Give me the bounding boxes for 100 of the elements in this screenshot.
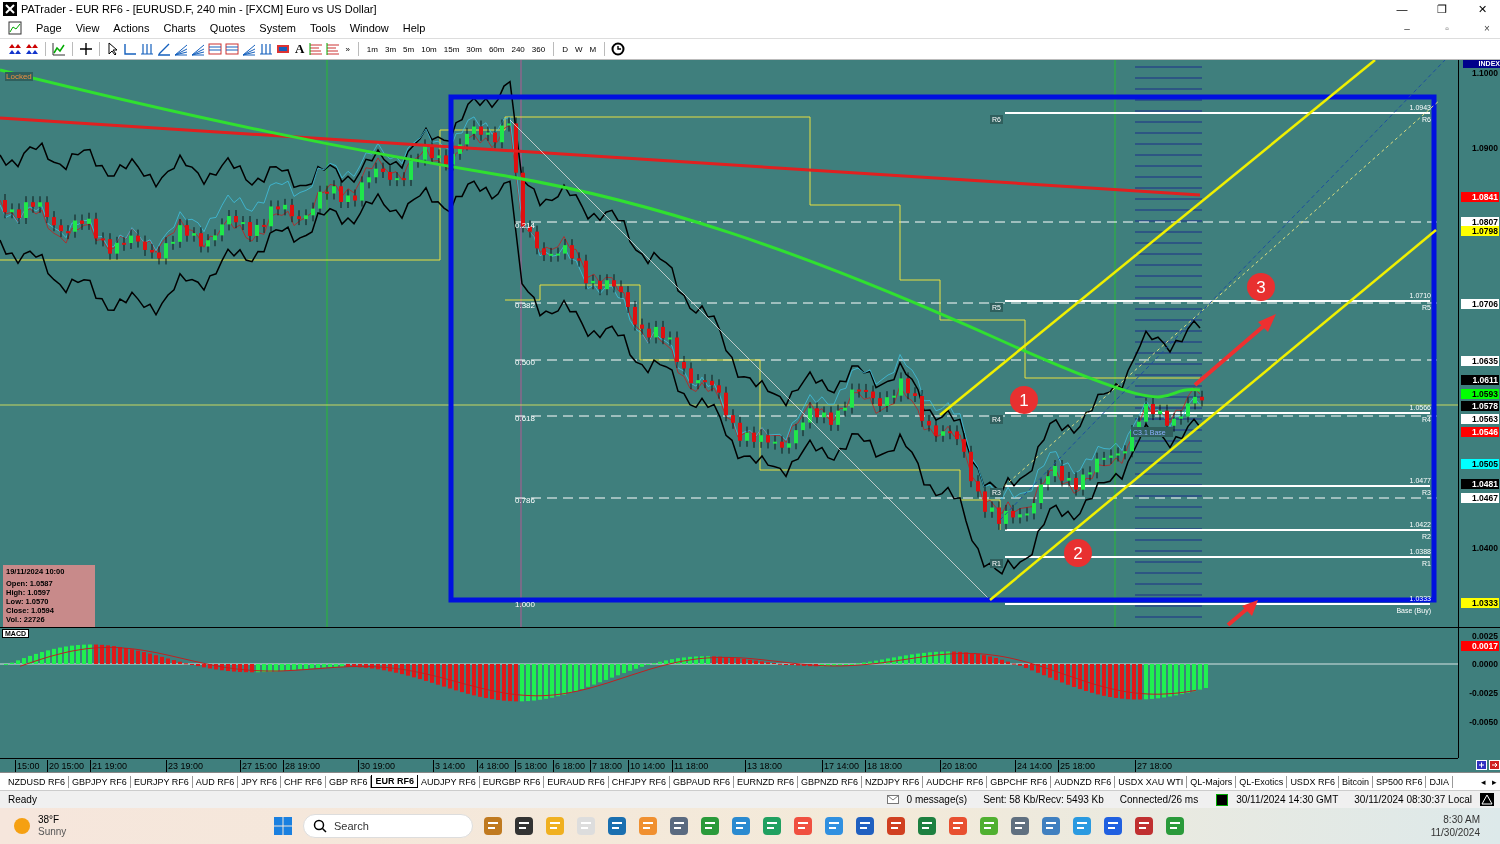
period-button[interactable]: W <box>572 44 585 54</box>
symbol-tab[interactable]: QL-Exotics <box>1236 775 1288 788</box>
app-icon[interactable] <box>823 815 845 837</box>
rectangle-icon[interactable] <box>276 42 290 56</box>
chart-icon[interactable] <box>52 42 66 56</box>
app-icon[interactable] <box>606 815 628 837</box>
cursor-icon[interactable] <box>106 42 120 56</box>
symbol-tab[interactable]: JPY RF6 <box>238 775 282 788</box>
symbol-tab[interactable]: USDX XAU WTI <box>1115 775 1188 788</box>
timeframe-button[interactable]: 30m <box>464 44 484 54</box>
symbol-tab[interactable]: NZDJPY RF6 <box>861 775 924 788</box>
symbol-tab[interactable]: NZDUSD RF6 <box>5 775 69 788</box>
symbol-tab[interactable]: CHF RF6 <box>281 775 327 788</box>
app-icon[interactable] <box>792 815 814 837</box>
document-control[interactable]: ▫ <box>1434 22 1460 34</box>
symbol-tab[interactable]: Bitcoin <box>1338 775 1373 788</box>
app-icon[interactable] <box>885 815 907 837</box>
menu-item[interactable]: Help <box>402 22 426 34</box>
app-icon[interactable] <box>916 815 938 837</box>
period-button[interactable]: M <box>587 44 599 54</box>
app-icon[interactable] <box>854 815 876 837</box>
app-icon[interactable] <box>947 815 969 837</box>
crosshair-icon[interactable] <box>79 42 93 56</box>
clock-icon[interactable] <box>611 42 626 56</box>
trend-line-icon[interactable] <box>157 42 171 56</box>
timeframe-button[interactable]: 10m <box>419 44 439 54</box>
panel-exit-icon[interactable] <box>1489 760 1500 770</box>
symbol-tab[interactable]: AUDCHF RF6 <box>923 775 988 788</box>
price-label: 1.1000 <box>1471 68 1499 78</box>
channel-icon[interactable] <box>208 42 222 56</box>
menu-item[interactable]: Window <box>349 22 389 34</box>
panel-add-icon[interactable] <box>1476 760 1487 770</box>
app-icon[interactable] <box>1040 815 1062 837</box>
menu-item[interactable]: Charts <box>163 22 196 34</box>
price-tag: 1.0798 <box>1461 226 1499 236</box>
menu-item[interactable]: Page <box>36 22 62 34</box>
menu-item[interactable]: View <box>75 22 100 34</box>
timeframe-button[interactable]: 240 <box>509 44 527 54</box>
server-time: 30/11/2024 14:30 GMT <box>1235 794 1340 805</box>
symbol-tab[interactable]: GBPAUD RF6 <box>670 775 734 788</box>
document-control[interactable]: × <box>1474 22 1500 34</box>
price-label: 1.0400 <box>1471 543 1499 553</box>
price-tag: 1.0467 <box>1461 493 1499 503</box>
window-control[interactable]: ❐ <box>1424 2 1460 16</box>
tab-scroll-button[interactable]: ◂ <box>1478 776 1489 787</box>
symbol-tab[interactable]: EURGBP RF6 <box>479 775 545 788</box>
window-control[interactable]: ✕ <box>1464 2 1500 16</box>
app-icon[interactable] <box>761 815 783 837</box>
app-icon[interactable] <box>1102 815 1124 837</box>
symbol-tab[interactable]: SP500 RF6 <box>1372 775 1427 788</box>
timeframe-button[interactable]: 5m <box>401 44 417 54</box>
vertical-lines-icon[interactable] <box>259 42 273 56</box>
symbol-tab[interactable]: EURJPY RF6 <box>130 775 193 788</box>
document-control[interactable]: – <box>1394 22 1420 34</box>
app-icon[interactable] <box>1071 815 1093 837</box>
symbol-tab[interactable]: EUR RF6 <box>371 775 418 788</box>
levels-icon[interactable] <box>326 42 341 56</box>
search-field[interactable]: Search <box>303 814 473 838</box>
symbol-tab[interactable]: CHFJPY RF6 <box>608 775 671 788</box>
timeframe-button[interactable]: 60m <box>486 44 507 54</box>
symbol-tab[interactable]: QL-Majors <box>1187 775 1237 788</box>
channel-icon[interactable] <box>225 42 239 56</box>
menu-item[interactable]: Actions <box>113 22 150 34</box>
period-button[interactable]: D <box>560 44 570 54</box>
windows-logo-icon[interactable] <box>272 815 294 837</box>
timeframe-button[interactable]: 360 <box>529 44 548 54</box>
number-marker: 1 <box>1010 386 1038 414</box>
app-icon[interactable] <box>1133 815 1155 837</box>
fan-lines-icon[interactable] <box>242 42 256 56</box>
window-control[interactable]: — <box>1384 3 1420 15</box>
symbol-tab[interactable]: EURNZD RF6 <box>733 775 798 788</box>
price-tag: 1.0706 <box>1461 299 1499 309</box>
symbol-tab[interactable]: GBPNZD RF6 <box>797 775 862 788</box>
timeframe-button[interactable]: 15m <box>441 44 462 54</box>
symbol-tab[interactable]: GBPJPY RF6 <box>69 775 131 788</box>
horizontal-line-icon[interactable] <box>123 42 137 56</box>
vertical-lines-icon[interactable] <box>140 42 154 56</box>
more-tools-button[interactable]: » <box>343 44 352 54</box>
menu-item[interactable]: System <box>259 22 296 34</box>
timeframe-button[interactable]: 3m <box>382 44 399 54</box>
symbol-tab[interactable]: USDX RF6 <box>1287 775 1339 788</box>
timeframe-button[interactable]: 1m <box>364 44 380 54</box>
tab-scroll-button[interactable]: ▸ <box>1489 776 1500 787</box>
symbol-tab[interactable]: DJIA <box>1426 775 1453 788</box>
symbol-tab[interactable]: GBPCHF RF6 <box>987 775 1052 788</box>
symbol-tab[interactable]: AUD RF6 <box>192 775 239 788</box>
chart-icon[interactable] <box>8 21 22 35</box>
fan-lines-icon[interactable] <box>191 42 205 56</box>
levels-icon[interactable] <box>309 42 324 56</box>
menu-item[interactable]: Quotes <box>209 22 246 34</box>
triangles-icon[interactable] <box>25 42 39 56</box>
triangles-icon[interactable] <box>8 42 22 56</box>
fan-lines-icon[interactable] <box>174 42 188 56</box>
menu-item[interactable]: Tools <box>310 22 336 34</box>
symbol-tab[interactable]: EURAUD RF6 <box>544 775 609 788</box>
symbol-tab[interactable]: AUDNZD RF6 <box>1051 775 1116 788</box>
number-marker: 2 <box>1064 539 1092 567</box>
text-tool[interactable]: A <box>293 41 307 57</box>
symbol-tab[interactable]: AUDJPY RF6 <box>418 775 480 788</box>
app-icon[interactable] <box>978 815 1000 837</box>
